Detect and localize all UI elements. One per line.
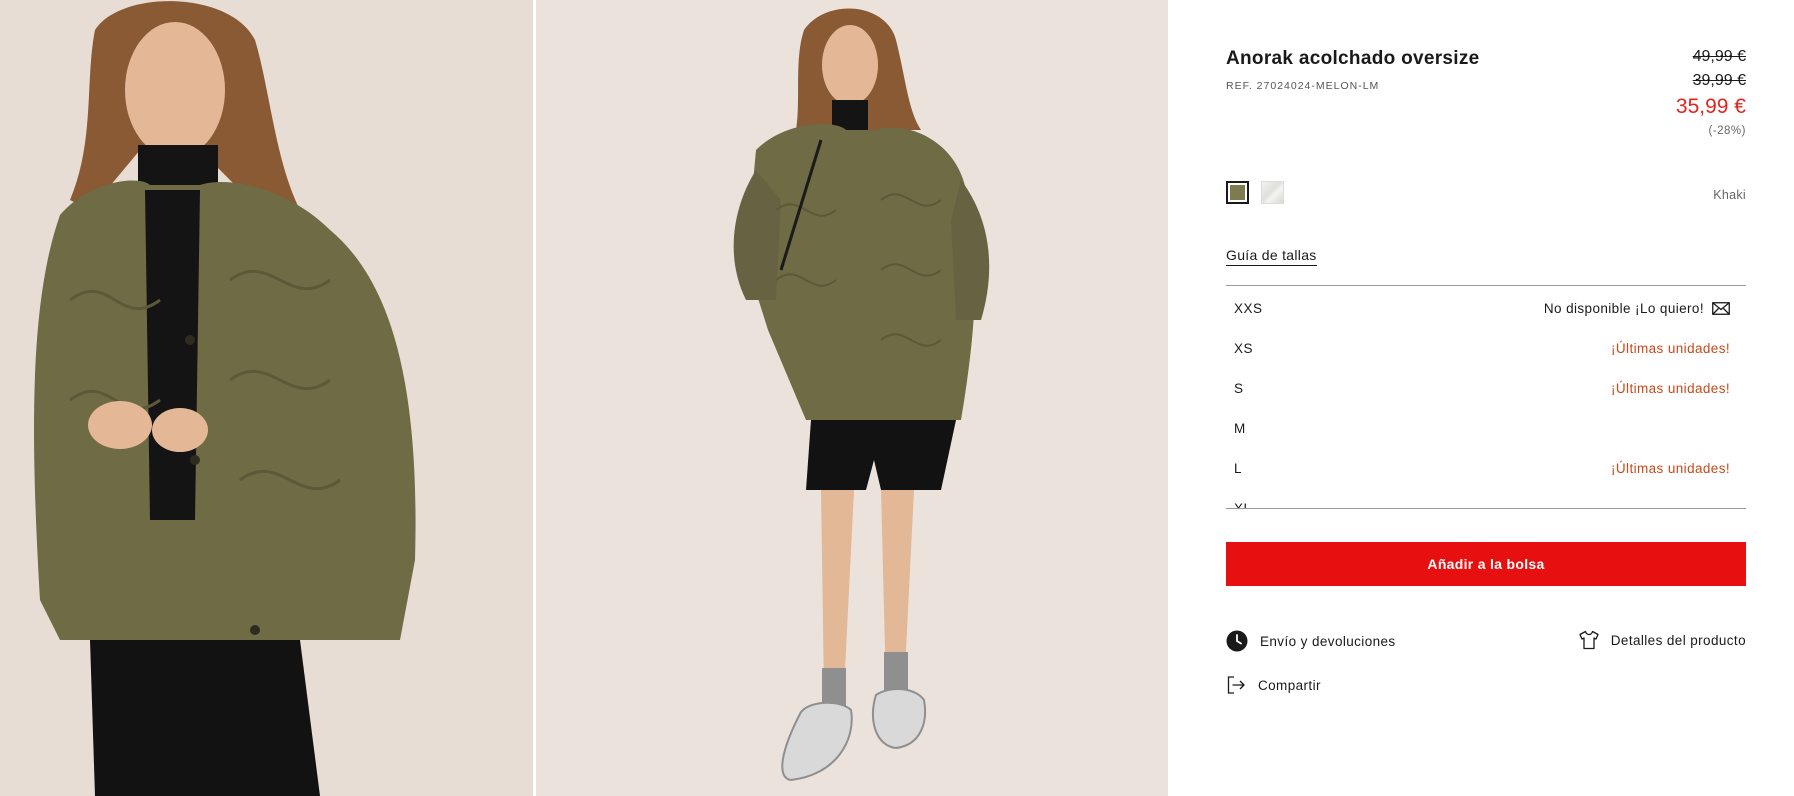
- size-status-low-stock: ¡Últimas unidades!: [1611, 380, 1730, 396]
- swatch-fill: [1230, 185, 1245, 200]
- add-to-bag-button[interactable]: Añadir a la bolsa: [1226, 542, 1746, 586]
- price-block: 49,99 € 39,99 € 35,99 € (-28%): [1676, 45, 1746, 141]
- clock-icon: [1226, 630, 1248, 652]
- color-swatch-light[interactable]: [1261, 181, 1284, 204]
- size-option-s[interactable]: S ¡Últimas unidades!: [1226, 368, 1746, 408]
- share-link[interactable]: Compartir: [1226, 675, 1321, 695]
- model-closeup-illustration: [0, 0, 533, 796]
- price-original: 49,99 €: [1692, 48, 1746, 65]
- price-previous: 39,99 €: [1692, 72, 1746, 89]
- size-option-xs[interactable]: XS ¡Últimas unidades!: [1226, 328, 1746, 368]
- share-icon: [1227, 676, 1245, 694]
- selected-color-name: Khaki: [1713, 188, 1746, 202]
- product-reference: REF. 27024024-MELON-LM: [1226, 80, 1380, 92]
- shipping-returns-label: Envío y devoluciones: [1260, 633, 1396, 649]
- size-label: XXS: [1234, 300, 1263, 316]
- size-status-low-stock: ¡Últimas unidades!: [1611, 340, 1730, 356]
- model-fullbody-illustration: [536, 0, 1168, 796]
- size-option-l[interactable]: L ¡Últimas unidades!: [1226, 448, 1746, 488]
- share-label: Compartir: [1258, 677, 1321, 693]
- size-option-xxs[interactable]: XXS No disponible ¡Lo quiero!: [1226, 288, 1746, 328]
- size-label: XL: [1234, 500, 1252, 509]
- size-list[interactable]: XXS No disponible ¡Lo quiero! XS ¡Última…: [1226, 285, 1746, 509]
- discount-percent: (-28%): [1708, 125, 1746, 137]
- product-photo-closeup[interactable]: [0, 0, 533, 796]
- mail-icon[interactable]: [1712, 301, 1730, 315]
- price-current: 35,99 €: [1675, 95, 1746, 118]
- size-label: S: [1234, 380, 1244, 396]
- shirt-icon: [1579, 630, 1599, 650]
- size-status-text: No disponible ¡Lo quiero!: [1543, 300, 1704, 316]
- color-swatch-khaki[interactable]: [1226, 181, 1249, 204]
- product-gallery: [0, 0, 1168, 796]
- size-label: XS: [1234, 340, 1254, 356]
- size-status-unavailable[interactable]: No disponible ¡Lo quiero!: [1544, 301, 1730, 316]
- product-details-label: Detalles del producto: [1610, 632, 1746, 648]
- color-swatches: [1226, 181, 1284, 204]
- size-option-xl[interactable]: XL: [1226, 488, 1746, 509]
- size-guide-link[interactable]: Guía de tallas: [1226, 247, 1317, 266]
- product-photo-fullbody[interactable]: [536, 0, 1168, 796]
- product-details-link[interactable]: Detalles del producto: [1579, 630, 1746, 650]
- size-label: L: [1234, 460, 1243, 476]
- shipping-returns-link[interactable]: Envío y devoluciones: [1226, 630, 1396, 652]
- product-title: Anorak acolchado oversize: [1226, 48, 1480, 69]
- product-info-panel: Anorak acolchado oversize REF. 27024024-…: [1226, 0, 1746, 796]
- size-label: M: [1234, 420, 1246, 436]
- size-option-m[interactable]: M: [1226, 408, 1746, 448]
- size-status-low-stock: ¡Últimas unidades!: [1611, 460, 1730, 476]
